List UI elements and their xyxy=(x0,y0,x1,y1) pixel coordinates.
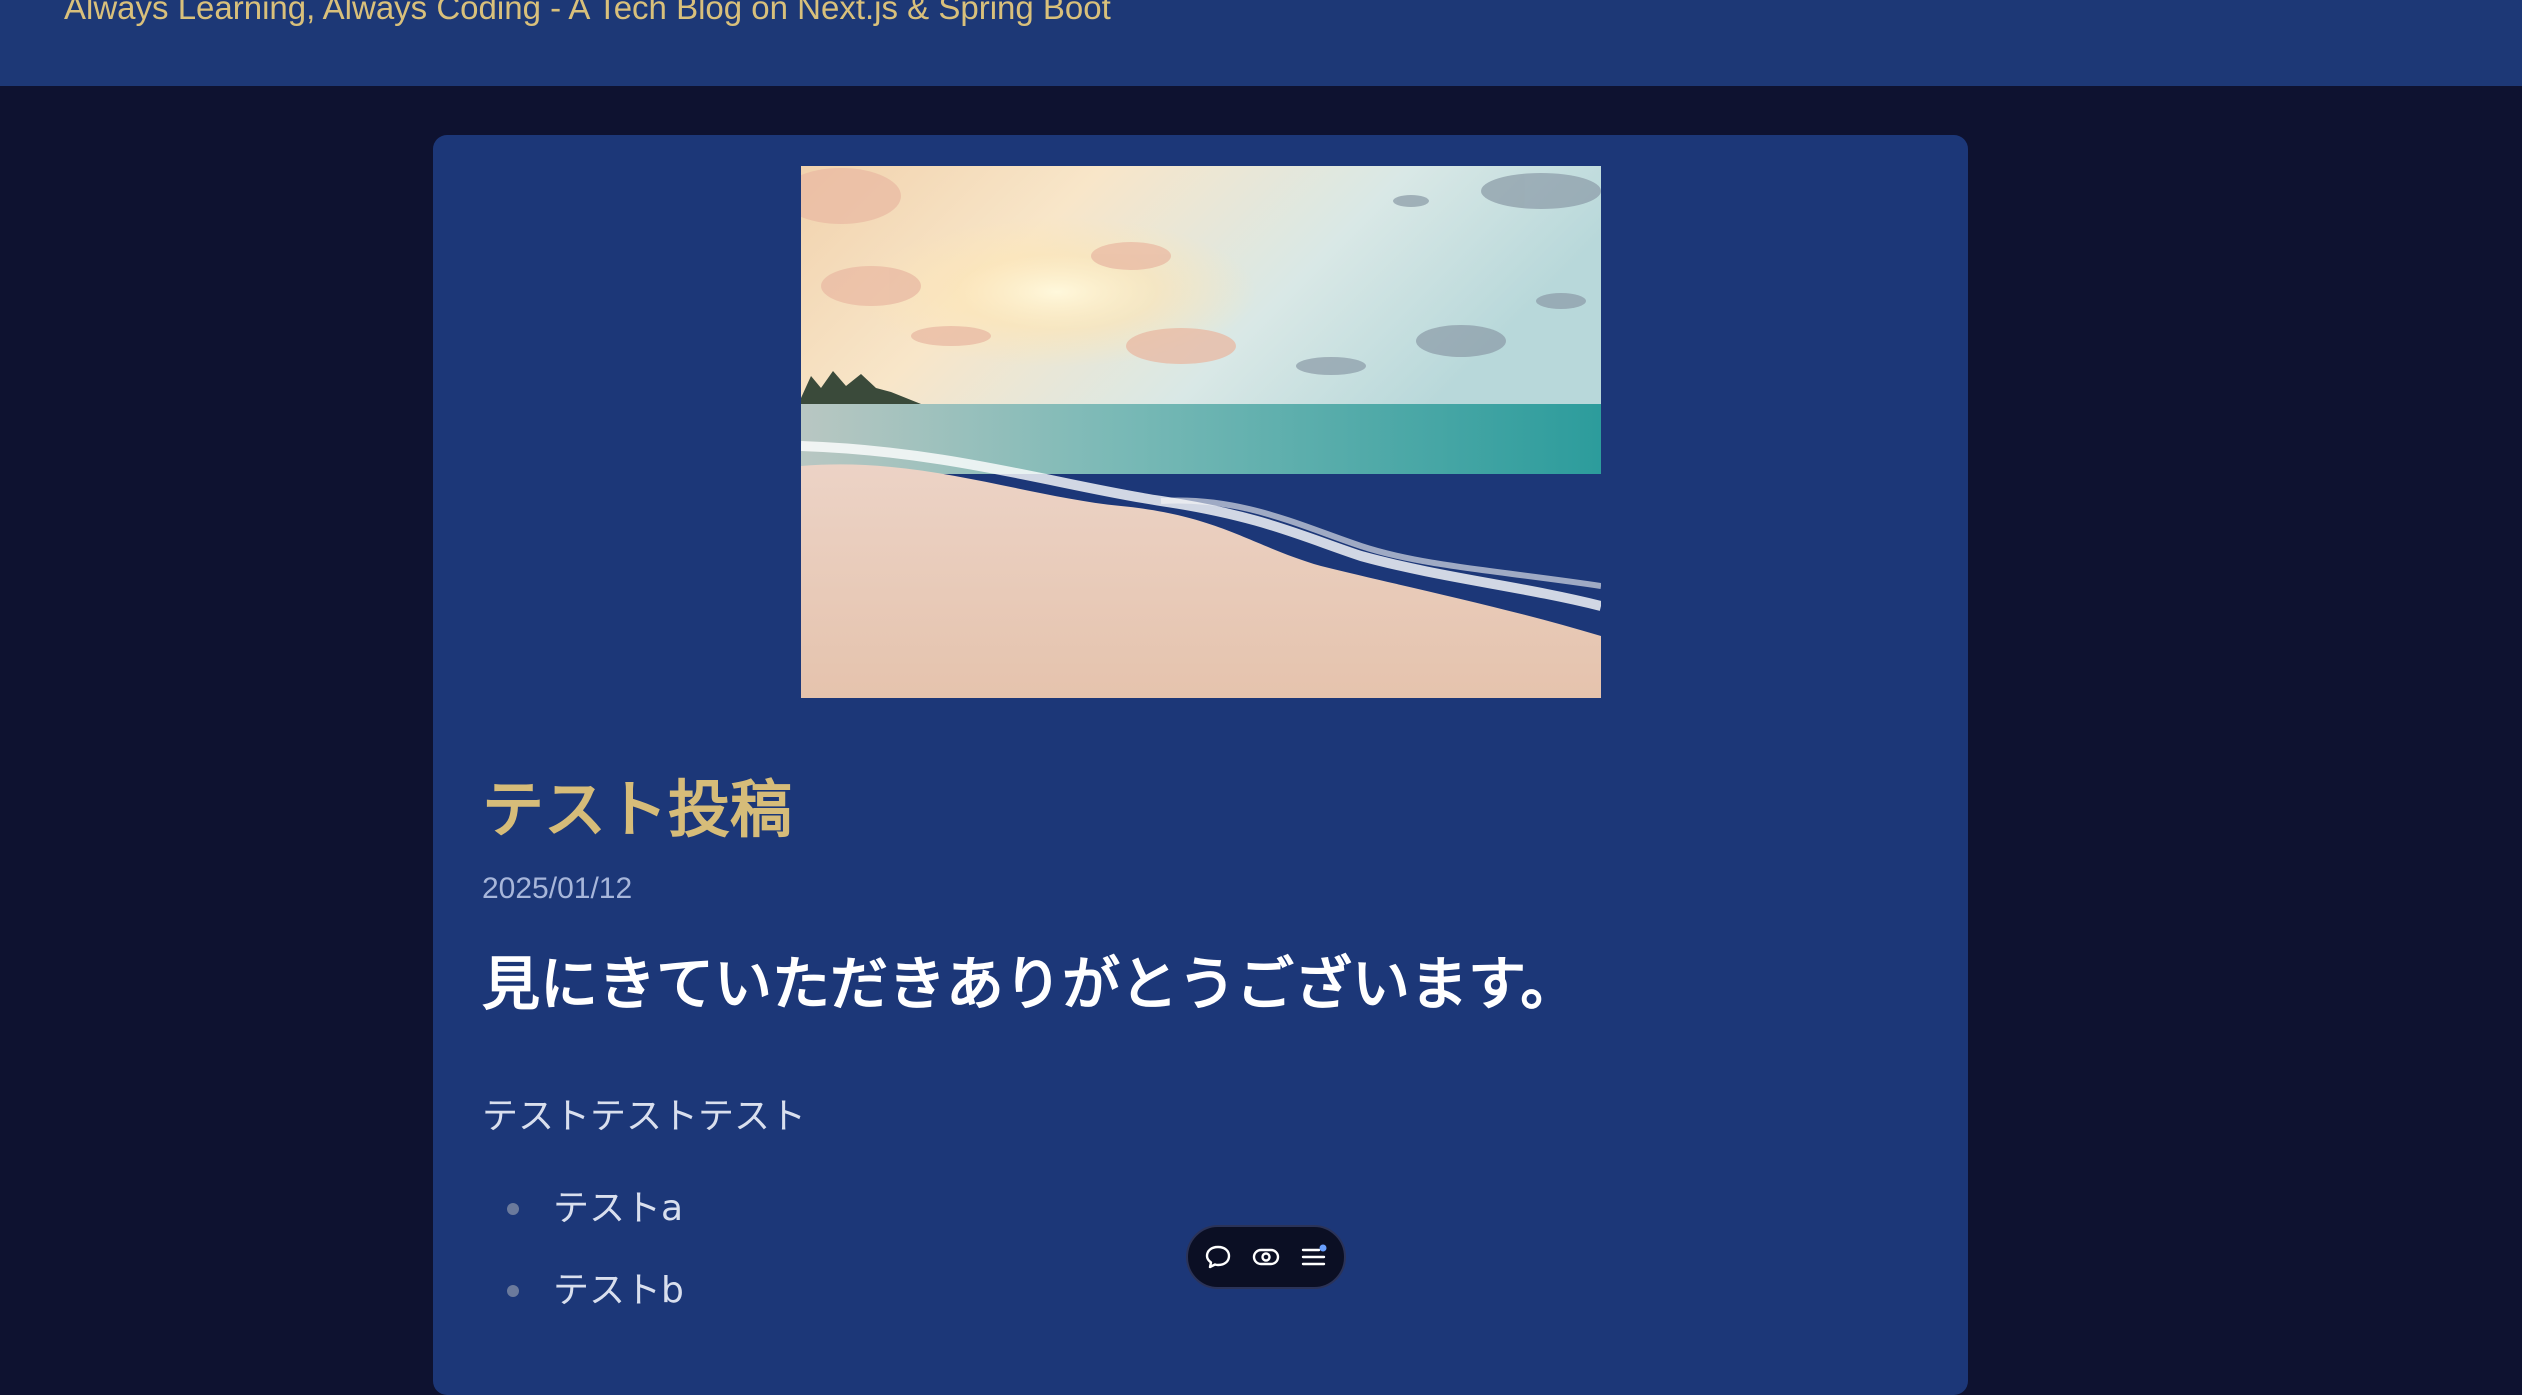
list-bullet xyxy=(507,1203,519,1215)
site-header: Always Learning, Always Coding - A Tech … xyxy=(0,0,2522,86)
comment-button[interactable] xyxy=(1202,1241,1234,1273)
post-heading: 見にきていただきありがとうございます。 xyxy=(482,950,1579,1018)
view-button[interactable] xyxy=(1250,1241,1282,1273)
list-bullet xyxy=(507,1285,519,1297)
eye-icon xyxy=(1252,1248,1280,1266)
menu-icon xyxy=(1301,1244,1327,1266)
post-hero-image xyxy=(801,166,1601,698)
comment-icon xyxy=(1205,1245,1231,1269)
list-item: テストa xyxy=(553,1188,684,1229)
post-title: テスト投稿 xyxy=(482,773,793,846)
list-item: テストb xyxy=(553,1270,684,1311)
site-tagline: Always Learning, Always Coding - A Tech … xyxy=(64,0,1111,26)
floating-toolbar xyxy=(1186,1225,1346,1289)
post-date: 2025/01/12 xyxy=(482,872,633,905)
menu-button[interactable] xyxy=(1298,1241,1330,1273)
post-body-text: テストテストテスト xyxy=(482,1096,807,1137)
notification-dot xyxy=(1319,1244,1327,1252)
